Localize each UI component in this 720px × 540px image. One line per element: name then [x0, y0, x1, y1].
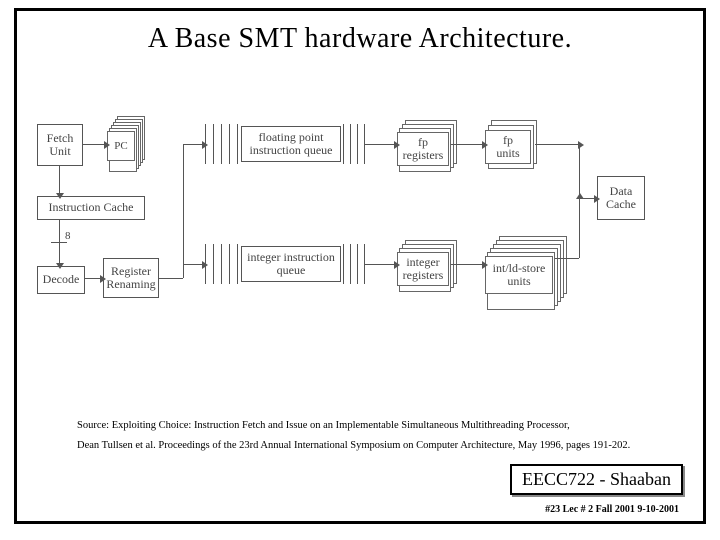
- conn-fpu-dcache-v: [579, 144, 580, 198]
- pc-stack: PC: [107, 116, 135, 160]
- slide-frame: A Base SMT hardware Architecture. Fetch …: [14, 8, 706, 524]
- fp-units-stack: fp units: [485, 120, 531, 164]
- slide-title: A Base SMT hardware Architecture.: [17, 23, 703, 55]
- conn-intreg-intld: [451, 264, 483, 265]
- conn-to-intq: [183, 264, 203, 265]
- fp-queue-slots: [205, 124, 239, 164]
- decode-box: Decode: [37, 266, 85, 294]
- pc-box: PC: [107, 131, 135, 161]
- fp-registers-stack: fp registers: [397, 120, 449, 164]
- conn-fpreg-fpu: [451, 144, 483, 145]
- register-renaming-box: Register Renaming: [103, 258, 159, 298]
- source-line-1: Source: Exploiting Choice: Instruction F…: [77, 420, 570, 431]
- fp-units-box: fp units: [485, 130, 531, 164]
- fetch-unit-box: Fetch Unit: [37, 124, 83, 166]
- int-registers-stack: integer registers: [397, 240, 449, 284]
- int-queue-box: integer instruction queue: [241, 246, 341, 282]
- architecture-diagram: Fetch Unit PC Instruction Cache Decode R…: [37, 116, 687, 366]
- intld-units-box: int/ld-store units: [485, 256, 553, 294]
- conn-intld-dcache-v: [579, 198, 580, 258]
- data-cache-box: Data Cache: [597, 176, 645, 220]
- fp-registers-box: fp registers: [397, 132, 449, 166]
- int-registers-box: integer registers: [397, 252, 449, 286]
- conn-bus-tick: [51, 242, 67, 243]
- int-queue-slots-right: [343, 244, 365, 284]
- conn-rename-split: [159, 278, 183, 279]
- conn-fetch-icache: [59, 166, 60, 194]
- intld-units-stack: int/ld-store units: [485, 236, 553, 294]
- conn-fpu-out: [535, 144, 579, 145]
- fp-queue-box: floating point instruction queue: [241, 126, 341, 162]
- source-line-2: Dean Tullsen et al. Proceedings of the 2…: [77, 440, 630, 451]
- int-queue-slots: [205, 244, 239, 284]
- conn-intq-intreg: [365, 264, 395, 265]
- fp-queue-slots-right: [343, 124, 365, 164]
- instruction-cache-box: Instruction Cache: [37, 196, 145, 220]
- conn-fpq-fpreg: [365, 144, 395, 145]
- footer-meta: #23 Lec # 2 Fall 2001 9-10-2001: [545, 504, 679, 515]
- conn-fetch-pc: [83, 144, 105, 145]
- footer-course: EECC722 - Shaaban: [510, 464, 683, 495]
- conn-rename-vert: [183, 144, 184, 278]
- conn-to-fpq: [183, 144, 203, 145]
- bus-width-label: 8: [65, 230, 71, 242]
- conn-decode-rename: [85, 278, 101, 279]
- conn-intld-out: [555, 258, 579, 259]
